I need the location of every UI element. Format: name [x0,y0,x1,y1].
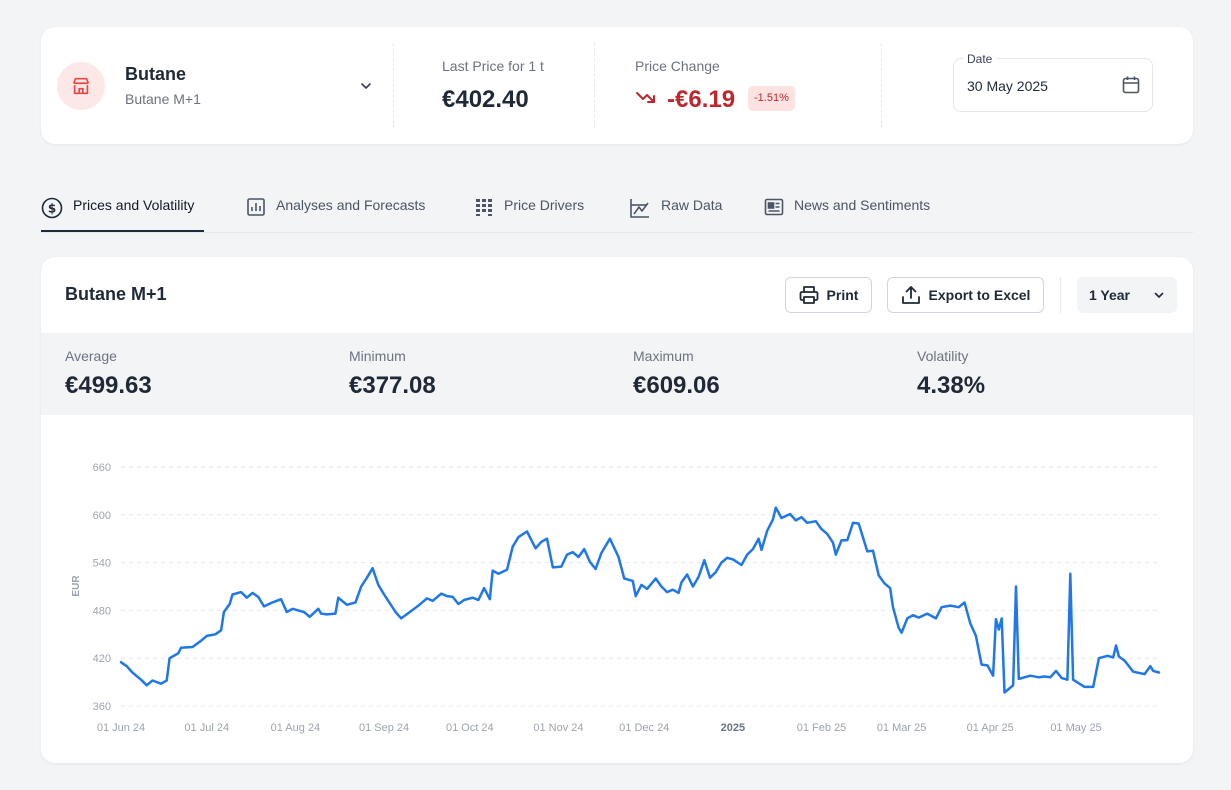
print-label: Print [826,287,859,303]
stat-value: €499.63 [65,372,152,399]
section-tabs: $ Prices and Volatility Analyses and For… [41,190,1193,233]
calendar-icon[interactable] [1121,75,1141,100]
stat-average: Average €499.63 [65,348,152,400]
stat-label: Volatility [917,348,969,364]
x-tick-label: 01 Jul 24 [184,722,229,734]
stat-label: Average [65,348,117,364]
x-tick-label: 01 Feb 25 [797,722,847,734]
x-tick-label: 01 May 25 [1050,722,1101,734]
price-change-percent-badge: -1.51% [748,86,795,111]
svg-text:$: $ [48,202,56,216]
tab-news-and-sentiments[interactable]: News and Sentiments [764,190,930,232]
stats-bar: Average €499.63 Minimum €377.08 Maximum … [41,333,1193,415]
time-range-value: 1 Year [1089,287,1131,303]
x-tick-label: 01 Mar 25 [877,722,927,734]
date-value[interactable]: 30 May 2025 [967,78,1048,94]
tab-raw-data[interactable]: Raw Data [629,190,722,232]
product-selector-chevron-icon[interactable] [356,78,376,94]
tab-label: Raw Data [661,197,723,213]
stat-volatility: Volatility 4.38% [917,348,985,400]
product-summary-card: Butane Butane M+1 Last Price for 1 t €40… [41,27,1193,144]
stat-value: €609.06 [633,372,720,399]
time-range-select[interactable]: 1 Year [1077,277,1177,313]
product-contract: Butane M+1 [125,91,201,107]
x-tick-label: 01 Apr 25 [967,722,1014,734]
dollar-circle-icon: $ [41,197,63,219]
x-tick-label: 01 Oct 24 [446,722,494,734]
printer-icon [799,286,818,304]
y-tick-label: 360 [93,701,111,713]
tab-label: News and Sentiments [794,197,931,213]
x-tick-label: 01 Sep 24 [359,722,409,734]
grid-dots-icon [476,199,492,216]
divider [881,43,882,128]
price-line-chart[interactable]: 360 420 480 540 600 660 EUR 01 Jun 24 01 Jul 24 0… [41,415,1193,763]
y-tick-label: 420 [93,653,111,665]
bar-chart-icon [247,198,265,216]
tab-label: Analyses and Forecasts [276,197,426,213]
store-icon [57,62,105,110]
x-tick-label: 2025 [721,722,745,734]
stat-value: €377.08 [349,372,436,399]
stat-maximum: Maximum €609.06 [633,348,720,400]
x-tick-label: 01 Aug 24 [271,722,321,734]
tab-label: Prices and Volatility [73,197,195,213]
card-title: Butane M+1 [65,284,167,304]
stat-label: Minimum [349,348,406,364]
tab-analyses-and-forecasts[interactable]: Analyses and Forecasts [246,190,425,232]
divider [393,43,394,128]
y-tick-label: 480 [93,605,111,617]
export-to-excel-button[interactable]: Export to Excel [887,277,1044,313]
divider [594,43,595,128]
tab-price-drivers[interactable]: Price Drivers [474,190,584,232]
stat-label: Maximum [633,348,694,364]
y-axis-label: EUR [71,575,82,597]
print-button[interactable]: Print [785,277,872,313]
export-label: Export to Excel [928,287,1031,303]
product-name: Butane [125,64,187,84]
y-tick-label: 600 [93,510,111,522]
stat-value: 4.38% [917,372,986,399]
price-chart-card: Butane M+1 Print Export to Excel 1 Year … [41,257,1193,763]
y-tick-label: 660 [93,462,111,474]
newspaper-icon [764,198,784,216]
divider [1060,277,1061,313]
upload-icon [901,286,920,304]
price-change-value: -€6.19 [667,86,736,113]
series-line [119,506,1161,694]
chart-line-icon [630,199,649,218]
chevron-down-icon [1154,292,1164,298]
x-tick-label: 01 Dec 24 [619,722,669,734]
stat-minimum: Minimum €377.08 [349,348,436,400]
tab-prices-and-volatility[interactable]: $ Prices and Volatility [41,190,204,232]
trend-down-icon [635,89,657,112]
y-tick-label: 540 [93,558,111,570]
date-label: Date [963,52,997,66]
x-tick-label: 01 Nov 24 [533,722,583,734]
tab-label: Price Drivers [504,197,585,213]
price-change-label: Price Change [635,58,720,74]
last-price-value: €402.40 [442,86,529,113]
x-tick-label: 01 Jun 24 [97,722,145,734]
last-price-label: Last Price for 1 t [442,58,544,74]
